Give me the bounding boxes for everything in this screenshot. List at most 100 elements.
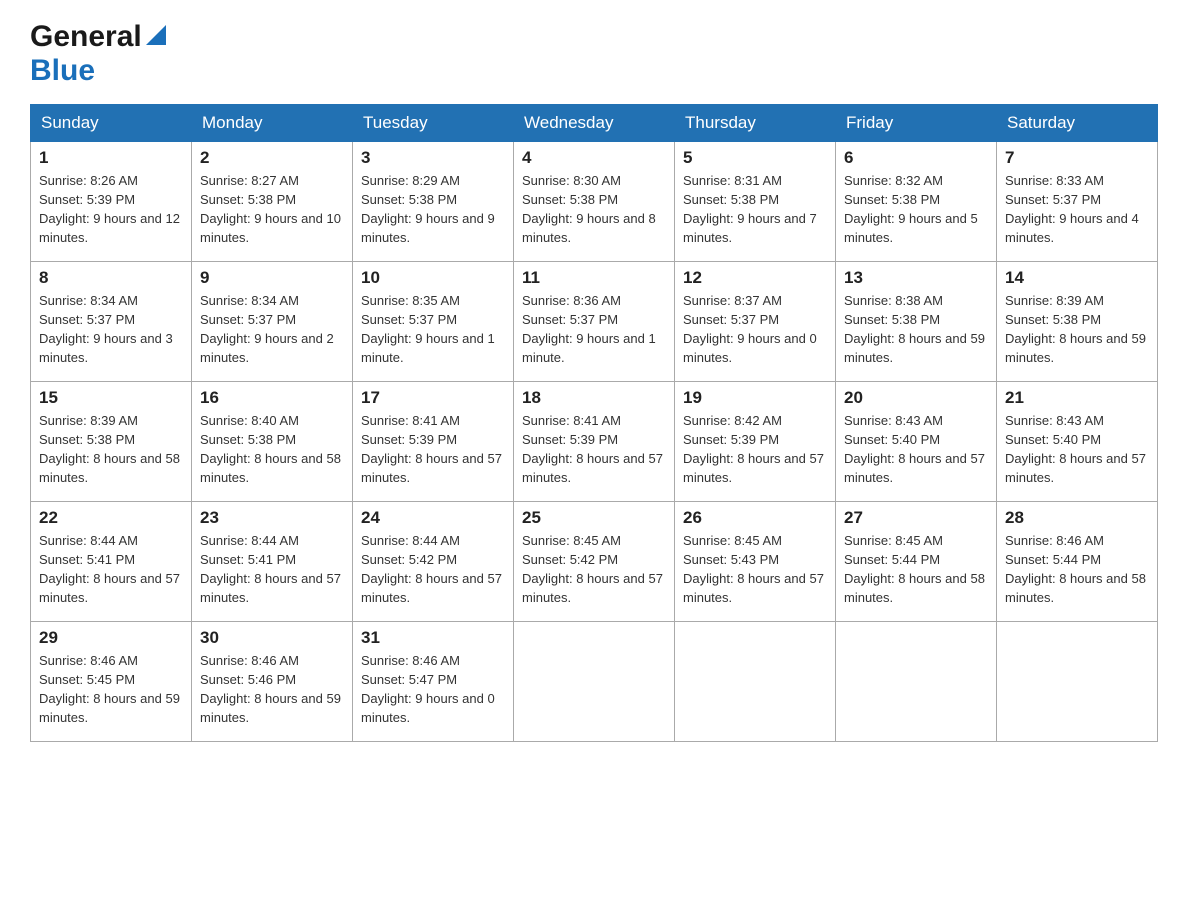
week-row-2: 8 Sunrise: 8:34 AMSunset: 5:37 PMDayligh… <box>31 262 1158 382</box>
calendar-cell <box>997 622 1158 742</box>
weekday-header-sunday: Sunday <box>31 105 192 142</box>
day-info: Sunrise: 8:39 AMSunset: 5:38 PMDaylight:… <box>39 412 183 487</box>
calendar-cell: 10 Sunrise: 8:35 AMSunset: 5:37 PMDaylig… <box>353 262 514 382</box>
calendar-cell: 23 Sunrise: 8:44 AMSunset: 5:41 PMDaylig… <box>192 502 353 622</box>
day-info: Sunrise: 8:44 AMSunset: 5:41 PMDaylight:… <box>200 532 344 607</box>
calendar-cell: 29 Sunrise: 8:46 AMSunset: 5:45 PMDaylig… <box>31 622 192 742</box>
day-number: 29 <box>39 628 183 648</box>
logo-triangle-icon <box>146 25 166 45</box>
weekday-header-row: SundayMondayTuesdayWednesdayThursdayFrid… <box>31 105 1158 142</box>
day-number: 23 <box>200 508 344 528</box>
calendar-cell: 26 Sunrise: 8:45 AMSunset: 5:43 PMDaylig… <box>675 502 836 622</box>
calendar-cell: 6 Sunrise: 8:32 AMSunset: 5:38 PMDayligh… <box>836 142 997 262</box>
calendar-cell: 4 Sunrise: 8:30 AMSunset: 5:38 PMDayligh… <box>514 142 675 262</box>
weekday-header-wednesday: Wednesday <box>514 105 675 142</box>
day-number: 21 <box>1005 388 1149 408</box>
calendar-cell: 14 Sunrise: 8:39 AMSunset: 5:38 PMDaylig… <box>997 262 1158 382</box>
logo-blue-text: Blue <box>30 54 95 87</box>
day-info: Sunrise: 8:31 AMSunset: 5:38 PMDaylight:… <box>683 172 827 247</box>
calendar-cell: 7 Sunrise: 8:33 AMSunset: 5:37 PMDayligh… <box>997 142 1158 262</box>
day-number: 18 <box>522 388 666 408</box>
day-number: 31 <box>361 628 505 648</box>
day-number: 26 <box>683 508 827 528</box>
calendar-cell <box>836 622 997 742</box>
day-info: Sunrise: 8:34 AMSunset: 5:37 PMDaylight:… <box>39 292 183 367</box>
calendar-cell: 20 Sunrise: 8:43 AMSunset: 5:40 PMDaylig… <box>836 382 997 502</box>
calendar-cell: 2 Sunrise: 8:27 AMSunset: 5:38 PMDayligh… <box>192 142 353 262</box>
calendar-cell: 31 Sunrise: 8:46 AMSunset: 5:47 PMDaylig… <box>353 622 514 742</box>
day-number: 12 <box>683 268 827 288</box>
day-number: 8 <box>39 268 183 288</box>
day-info: Sunrise: 8:29 AMSunset: 5:38 PMDaylight:… <box>361 172 505 247</box>
day-info: Sunrise: 8:45 AMSunset: 5:44 PMDaylight:… <box>844 532 988 607</box>
day-info: Sunrise: 8:46 AMSunset: 5:45 PMDaylight:… <box>39 652 183 727</box>
day-info: Sunrise: 8:41 AMSunset: 5:39 PMDaylight:… <box>522 412 666 487</box>
day-info: Sunrise: 8:45 AMSunset: 5:42 PMDaylight:… <box>522 532 666 607</box>
day-number: 14 <box>1005 268 1149 288</box>
day-info: Sunrise: 8:26 AMSunset: 5:39 PMDaylight:… <box>39 172 183 247</box>
day-info: Sunrise: 8:33 AMSunset: 5:37 PMDaylight:… <box>1005 172 1149 247</box>
day-number: 15 <box>39 388 183 408</box>
day-info: Sunrise: 8:38 AMSunset: 5:38 PMDaylight:… <box>844 292 988 367</box>
calendar-cell: 28 Sunrise: 8:46 AMSunset: 5:44 PMDaylig… <box>997 502 1158 622</box>
day-info: Sunrise: 8:40 AMSunset: 5:38 PMDaylight:… <box>200 412 344 487</box>
day-number: 19 <box>683 388 827 408</box>
calendar-cell: 9 Sunrise: 8:34 AMSunset: 5:37 PMDayligh… <box>192 262 353 382</box>
day-number: 20 <box>844 388 988 408</box>
day-info: Sunrise: 8:36 AMSunset: 5:37 PMDaylight:… <box>522 292 666 367</box>
calendar-cell: 1 Sunrise: 8:26 AMSunset: 5:39 PMDayligh… <box>31 142 192 262</box>
day-number: 16 <box>200 388 344 408</box>
calendar-cell: 30 Sunrise: 8:46 AMSunset: 5:46 PMDaylig… <box>192 622 353 742</box>
weekday-header-saturday: Saturday <box>997 105 1158 142</box>
week-row-4: 22 Sunrise: 8:44 AMSunset: 5:41 PMDaylig… <box>31 502 1158 622</box>
weekday-header-friday: Friday <box>836 105 997 142</box>
day-info: Sunrise: 8:32 AMSunset: 5:38 PMDaylight:… <box>844 172 988 247</box>
day-info: Sunrise: 8:46 AMSunset: 5:47 PMDaylight:… <box>361 652 505 727</box>
calendar-table: SundayMondayTuesdayWednesdayThursdayFrid… <box>30 104 1158 742</box>
day-number: 2 <box>200 148 344 168</box>
day-number: 17 <box>361 388 505 408</box>
day-number: 5 <box>683 148 827 168</box>
day-info: Sunrise: 8:37 AMSunset: 5:37 PMDaylight:… <box>683 292 827 367</box>
weekday-header-tuesday: Tuesday <box>353 105 514 142</box>
calendar-cell: 5 Sunrise: 8:31 AMSunset: 5:38 PMDayligh… <box>675 142 836 262</box>
day-info: Sunrise: 8:39 AMSunset: 5:38 PMDaylight:… <box>1005 292 1149 367</box>
calendar-cell: 21 Sunrise: 8:43 AMSunset: 5:40 PMDaylig… <box>997 382 1158 502</box>
calendar-cell: 24 Sunrise: 8:44 AMSunset: 5:42 PMDaylig… <box>353 502 514 622</box>
day-info: Sunrise: 8:27 AMSunset: 5:38 PMDaylight:… <box>200 172 344 247</box>
calendar-cell: 17 Sunrise: 8:41 AMSunset: 5:39 PMDaylig… <box>353 382 514 502</box>
day-info: Sunrise: 8:46 AMSunset: 5:44 PMDaylight:… <box>1005 532 1149 607</box>
day-number: 13 <box>844 268 988 288</box>
calendar-cell: 8 Sunrise: 8:34 AMSunset: 5:37 PMDayligh… <box>31 262 192 382</box>
calendar-cell: 12 Sunrise: 8:37 AMSunset: 5:37 PMDaylig… <box>675 262 836 382</box>
day-info: Sunrise: 8:44 AMSunset: 5:42 PMDaylight:… <box>361 532 505 607</box>
week-row-5: 29 Sunrise: 8:46 AMSunset: 5:45 PMDaylig… <box>31 622 1158 742</box>
calendar-cell: 15 Sunrise: 8:39 AMSunset: 5:38 PMDaylig… <box>31 382 192 502</box>
calendar-cell: 22 Sunrise: 8:44 AMSunset: 5:41 PMDaylig… <box>31 502 192 622</box>
day-info: Sunrise: 8:30 AMSunset: 5:38 PMDaylight:… <box>522 172 666 247</box>
day-number: 3 <box>361 148 505 168</box>
calendar-cell: 25 Sunrise: 8:45 AMSunset: 5:42 PMDaylig… <box>514 502 675 622</box>
calendar-cell: 3 Sunrise: 8:29 AMSunset: 5:38 PMDayligh… <box>353 142 514 262</box>
day-number: 4 <box>522 148 666 168</box>
weekday-header-thursday: Thursday <box>675 105 836 142</box>
day-number: 9 <box>200 268 344 288</box>
calendar-cell: 19 Sunrise: 8:42 AMSunset: 5:39 PMDaylig… <box>675 382 836 502</box>
calendar-cell: 16 Sunrise: 8:40 AMSunset: 5:38 PMDaylig… <box>192 382 353 502</box>
logo-general-text: General <box>30 20 142 54</box>
day-info: Sunrise: 8:35 AMSunset: 5:37 PMDaylight:… <box>361 292 505 367</box>
day-info: Sunrise: 8:44 AMSunset: 5:41 PMDaylight:… <box>39 532 183 607</box>
week-row-1: 1 Sunrise: 8:26 AMSunset: 5:39 PMDayligh… <box>31 142 1158 262</box>
day-number: 27 <box>844 508 988 528</box>
day-number: 28 <box>1005 508 1149 528</box>
day-number: 11 <box>522 268 666 288</box>
day-info: Sunrise: 8:43 AMSunset: 5:40 PMDaylight:… <box>844 412 988 487</box>
page-header: General Blue <box>30 20 1158 88</box>
day-info: Sunrise: 8:43 AMSunset: 5:40 PMDaylight:… <box>1005 412 1149 487</box>
day-number: 25 <box>522 508 666 528</box>
calendar-cell: 11 Sunrise: 8:36 AMSunset: 5:37 PMDaylig… <box>514 262 675 382</box>
day-number: 24 <box>361 508 505 528</box>
week-row-3: 15 Sunrise: 8:39 AMSunset: 5:38 PMDaylig… <box>31 382 1158 502</box>
day-info: Sunrise: 8:46 AMSunset: 5:46 PMDaylight:… <box>200 652 344 727</box>
calendar-cell: 18 Sunrise: 8:41 AMSunset: 5:39 PMDaylig… <box>514 382 675 502</box>
